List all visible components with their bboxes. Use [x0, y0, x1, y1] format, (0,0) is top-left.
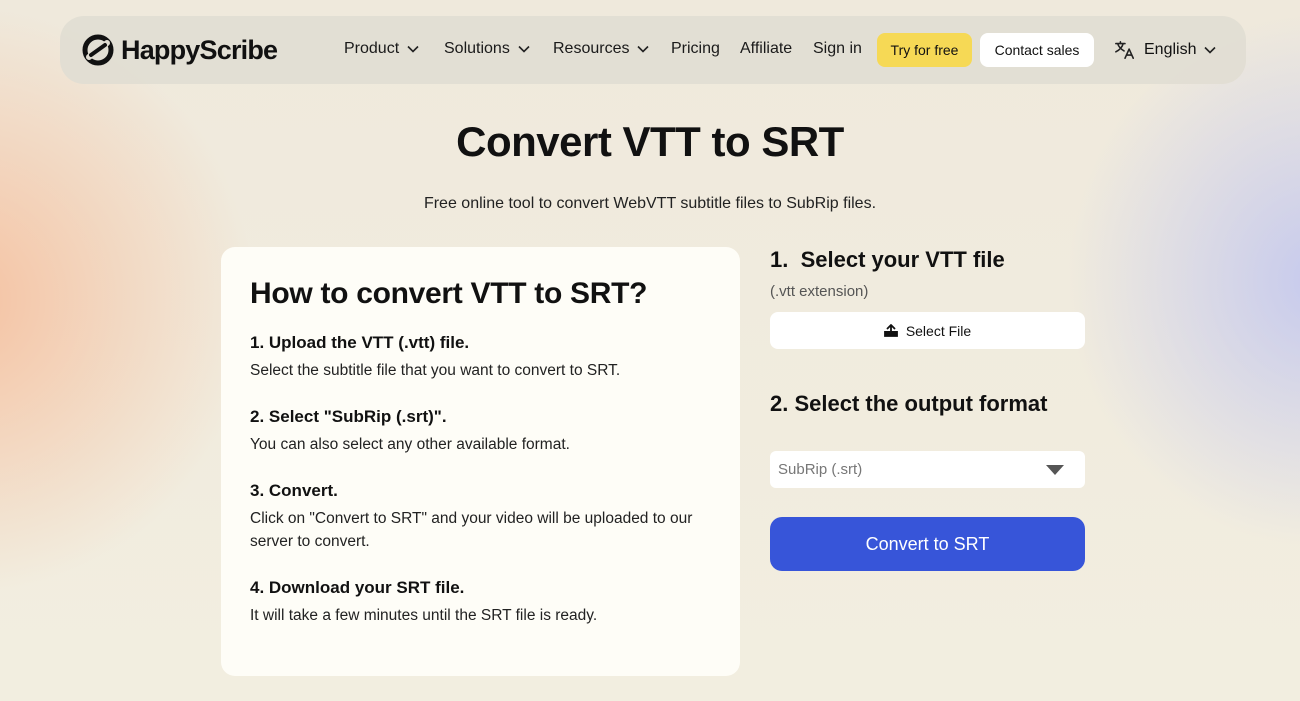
converter-panel: 1. Select your VTT file (.vtt extension)…	[770, 246, 1085, 571]
howto-title: How to convert VTT to SRT?	[250, 277, 648, 310]
chevron-down-icon	[637, 45, 650, 53]
output-format-value: SubRip (.srt)	[778, 461, 863, 478]
language-selector[interactable]: English	[1114, 39, 1217, 61]
nav-item-label: Resources	[553, 40, 630, 57]
select-file-label: Select File	[905, 322, 972, 339]
page-title: Convert VTT to SRT	[456, 118, 844, 165]
nav-item-label: Solutions	[444, 40, 510, 57]
howto-step: 2. Select "SubRip (.srt)". You can also …	[250, 407, 711, 456]
brand-name: HappyScribe	[121, 34, 278, 65]
howto-step: 4. Download your SRT file. It will take …	[250, 578, 711, 627]
nav-item-sign-in[interactable]: Sign in	[813, 40, 862, 58]
nav-item-product[interactable]: Product	[344, 40, 419, 58]
try-for-free-button[interactable]: Try for free	[877, 33, 972, 67]
chevron-down-icon	[518, 45, 530, 53]
step-text: It will take a few minutes until the SRT…	[250, 607, 598, 624]
triangle-down-icon	[1046, 465, 1064, 475]
page-subtitle: Free online tool to convert WebVTT subti…	[423, 195, 877, 212]
language-label: English	[1144, 41, 1197, 58]
upload-icon	[883, 324, 898, 337]
step1-note: (.vtt extension)	[770, 283, 869, 300]
step-text: You can also select any other available …	[250, 436, 570, 453]
chevron-down-icon	[407, 45, 419, 53]
step-heading: 2. Select "SubRip (.srt)".	[250, 407, 447, 426]
step1-title: 1. Select your VTT file	[770, 247, 1005, 272]
nav-item-label: Pricing	[671, 40, 720, 57]
nav-item-resources[interactable]: Resources	[553, 40, 650, 58]
top-navbar: HappyScribe Product Solutions Resources …	[60, 16, 1246, 84]
select-file-button[interactable]: Select File	[770, 312, 1085, 349]
step2-title: 2. Select the output format	[770, 391, 1048, 416]
nav-item-solutions[interactable]: Solutions	[444, 40, 530, 58]
happyscribe-logo-icon	[82, 34, 114, 66]
output-format-select[interactable]: SubRip (.srt)	[770, 451, 1085, 488]
brand-logo[interactable]: HappyScribe	[82, 34, 278, 66]
step-text: Select the subtitle file that you want t…	[250, 362, 621, 379]
chevron-down-icon	[1204, 46, 1217, 54]
step-heading: 1. Upload the VTT (.vtt) file.	[250, 333, 470, 352]
step-text: Click on "Convert to SRT" and your video…	[250, 510, 693, 550]
howto-step: 3. Convert. Click on "Convert to SRT" an…	[250, 481, 711, 553]
nav-item-affiliate[interactable]: Affiliate	[740, 40, 792, 58]
translate-icon	[1115, 40, 1135, 60]
contact-sales-button[interactable]: Contact sales	[980, 33, 1094, 67]
nav-item-label: Product	[344, 40, 400, 57]
step-heading: 4. Download your SRT file.	[250, 578, 465, 597]
howto-step: 1. Upload the VTT (.vtt) file. Select th…	[250, 333, 711, 382]
nav-item-label: Affiliate	[740, 40, 793, 57]
convert-button[interactable]: Convert to SRT	[770, 517, 1085, 571]
step-heading: 3. Convert.	[250, 481, 338, 500]
nav-item-pricing[interactable]: Pricing	[671, 40, 720, 58]
howto-card: How to convert VTT to SRT? 1. Upload the…	[221, 247, 740, 676]
nav-item-label: Sign in	[813, 40, 862, 57]
